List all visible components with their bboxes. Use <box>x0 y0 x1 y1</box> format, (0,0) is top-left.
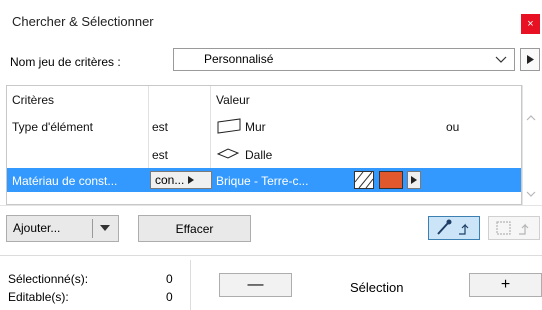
divider <box>0 255 542 256</box>
operator-is[interactable]: est <box>152 148 168 162</box>
plus-icon: + <box>500 276 511 293</box>
header-value: Valeur <box>216 93 250 107</box>
split-divider <box>92 219 93 238</box>
slab-icon <box>216 148 240 159</box>
remove-from-selection-button[interactable]: — <box>219 273 292 297</box>
add-to-selection-button[interactable]: + <box>469 273 542 297</box>
value-material[interactable]: Brique - Terre-c... <box>216 174 308 188</box>
operator-value: con... <box>155 173 185 187</box>
divider <box>0 205 542 206</box>
column-divider <box>148 86 149 168</box>
editable-count-label: Editable(s): <box>8 290 69 304</box>
minus-icon: — <box>247 276 264 293</box>
hatch-swatch[interactable] <box>354 171 374 189</box>
chevron-up-icon[interactable] <box>526 114 536 122</box>
divider <box>190 260 191 310</box>
add-button-label: Ajouter... <box>13 221 61 235</box>
operator-is[interactable]: est <box>152 120 168 134</box>
selected-count-label: Sélectionné(s): <box>8 272 89 286</box>
wall-icon <box>217 118 241 134</box>
close-icon: × <box>527 18 534 30</box>
play-right-icon <box>411 176 417 184</box>
table-scrollbar[interactable] <box>522 85 540 205</box>
criteria-set-menu-button[interactable] <box>520 48 540 71</box>
operator-dropdown[interactable]: con... <box>150 171 212 189</box>
editable-count-value: 0 <box>166 290 173 304</box>
criterion-type[interactable]: Type d'élément <box>12 120 93 134</box>
play-right-icon <box>526 55 534 64</box>
value-slab[interactable]: Dalle <box>245 148 272 162</box>
marquee-select-button[interactable] <box>488 216 540 240</box>
hatch-icon <box>354 171 374 189</box>
column-divider <box>210 86 211 168</box>
clear-button-label: Effacer <box>175 221 214 236</box>
criterion-material[interactable]: Matériau de const... <box>12 174 117 188</box>
caret-down-icon[interactable] <box>100 225 110 231</box>
clear-button[interactable]: Effacer <box>138 215 251 242</box>
close-button[interactable]: × <box>521 14 540 34</box>
selected-count-value: 0 <box>166 272 173 286</box>
header-criteria: Critères <box>12 93 55 107</box>
chevron-down-icon <box>495 56 507 63</box>
eyedropper-icon <box>437 219 469 235</box>
criteria-set-label: Nom jeu de critères : <box>10 55 121 69</box>
color-swatch[interactable] <box>379 171 403 189</box>
play-right-icon <box>188 176 195 184</box>
criteria-set-value: Personnalisé <box>204 52 274 66</box>
selection-label: Sélection <box>350 280 404 295</box>
value-wall[interactable]: Mur <box>245 120 266 134</box>
pick-parameters-button[interactable] <box>428 216 480 240</box>
window-title: Chercher & Sélectionner <box>12 14 154 29</box>
marquee-icon <box>496 221 529 235</box>
logic-or[interactable]: ou <box>446 120 459 134</box>
chevron-down-icon[interactable] <box>526 190 536 198</box>
material-menu-button[interactable] <box>407 171 421 189</box>
